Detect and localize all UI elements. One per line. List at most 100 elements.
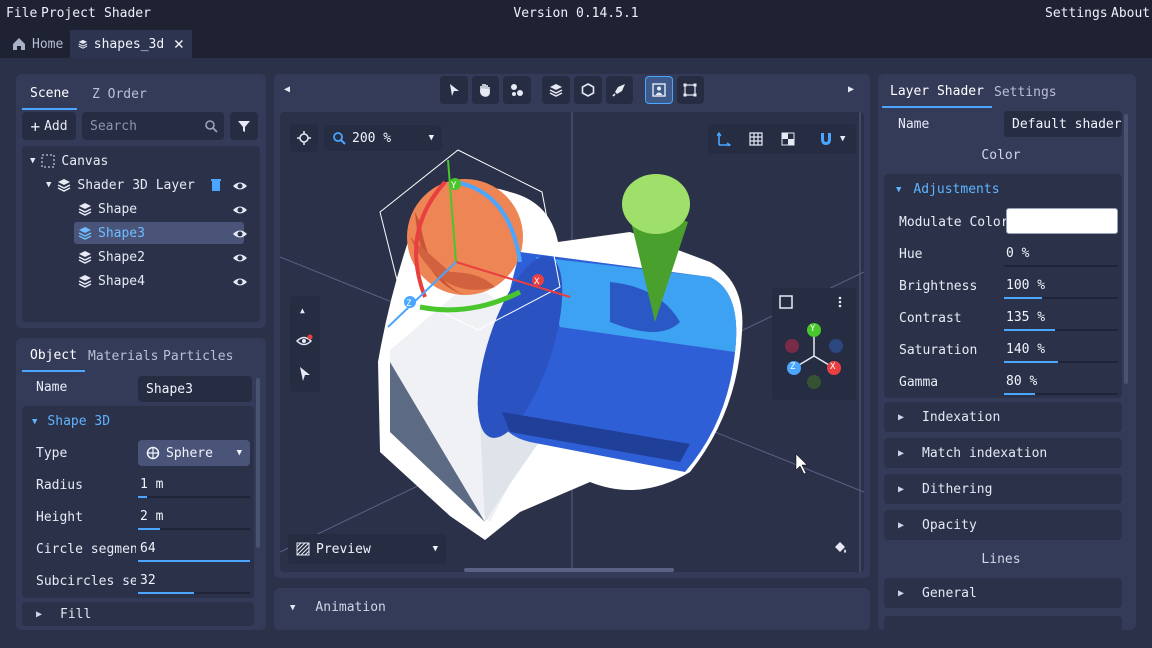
collapsed-section[interactable]: ▶ Dithering <box>884 474 1122 504</box>
checker-toggle[interactable] <box>774 125 802 153</box>
tree-item-label: Shape3 <box>98 225 145 241</box>
collapsed-section[interactable]: ▶ Match indexation <box>884 438 1122 468</box>
camera-tool[interactable] <box>644 76 673 104</box>
object-field-value: 1 m <box>140 476 164 492</box>
object-field-slider[interactable]: 64 <box>138 536 250 562</box>
home-icon <box>13 38 25 50</box>
eye-icon[interactable] <box>232 202 248 218</box>
adjustment-slider[interactable]: 0 % <box>1004 241 1118 267</box>
points-tool[interactable] <box>503 76 531 104</box>
collapsed-section-title: Opacity <box>922 517 977 533</box>
collapsed-section-title: Dithering <box>922 481 993 497</box>
adjustment-slider[interactable]: 80 % <box>1004 369 1118 395</box>
object-scrollbar[interactable] <box>256 378 260 548</box>
layers-tool[interactable] <box>542 76 570 104</box>
eye-icon[interactable] <box>232 250 248 266</box>
chevron-down-icon[interactable]: ▼ <box>840 134 845 144</box>
filter-button[interactable] <box>230 112 258 140</box>
object-field-slider[interactable]: 32 <box>138 568 250 594</box>
tree-item-shape4[interactable]: Shape4 <box>78 270 145 292</box>
navigation-gizmo[interactable]: Y X Z <box>772 288 856 400</box>
menu-shader[interactable]: Shader <box>104 6 151 21</box>
menu-settings[interactable]: Settings <box>1045 6 1108 21</box>
pan-tool[interactable] <box>471 76 500 104</box>
chevron-down-icon: ▼ <box>428 133 434 143</box>
name-label: Name <box>36 380 68 395</box>
adjustments-header[interactable]: ▼ Adjustments <box>896 182 1000 197</box>
search-input[interactable]: Search <box>82 112 224 140</box>
tree-item-shape[interactable]: Shape <box>78 198 137 220</box>
tab-home[interactable]: Home <box>4 30 71 58</box>
arrow-left-icon[interactable]: ◀ <box>284 84 290 95</box>
add-label: Add <box>44 118 68 134</box>
collapsed-section[interactable]: ▶ Indexation <box>884 402 1122 432</box>
eye-icon[interactable] <box>232 274 248 290</box>
tab-object[interactable]: Object <box>22 340 85 372</box>
menu-project[interactable]: Project <box>41 6 96 21</box>
adjustment-label: Hue <box>899 247 923 262</box>
pointer-icon[interactable] <box>298 366 312 382</box>
tab-particles[interactable]: Particles <box>155 340 241 372</box>
tab-layer-settings[interactable]: Settings <box>986 76 1065 108</box>
chevron-down-icon: ▼ <box>432 544 438 554</box>
tab-materials[interactable]: Materials <box>80 340 166 372</box>
visibility-icon[interactable] <box>296 334 314 348</box>
preview-select[interactable]: Preview ▼ <box>288 534 446 564</box>
adjustment-slider[interactable]: 135 % <box>1004 305 1118 331</box>
adjustment-label: Contrast <box>899 311 962 326</box>
tree-canvas[interactable]: ▼ Canvas <box>30 150 108 172</box>
tree-item-shape3[interactable]: Shape3 <box>78 222 145 244</box>
chevron-up-icon[interactable]: ▲ <box>300 306 305 315</box>
shader-name-input[interactable]: Default shader <box>1004 111 1122 137</box>
bounds-tool[interactable] <box>676 76 705 104</box>
axis-gizmo-icon <box>779 295 843 389</box>
fill-section[interactable]: ▶ Fill <box>22 602 254 626</box>
tab-layer-shader[interactable]: Layer Shader <box>882 76 992 108</box>
axes-toggle[interactable] <box>710 125 738 153</box>
eye-icon[interactable] <box>232 178 248 194</box>
eye-icon[interactable] <box>232 226 248 242</box>
add-button[interactable]: + Add <box>22 112 76 140</box>
modulate-color-swatch[interactable] <box>1006 208 1118 234</box>
animation-header[interactable]: ▼ Animation <box>290 600 386 615</box>
shape-3d-header[interactable]: ▼ Shape 3D <box>32 414 110 429</box>
layer-scrollbar[interactable] <box>1124 114 1128 384</box>
zoom-icon <box>333 132 346 145</box>
name-input[interactable]: Shape3 <box>138 376 252 402</box>
menu-about[interactable]: About <box>1111 6 1150 21</box>
tree-item-shape2[interactable]: Shape2 <box>78 246 145 268</box>
type-select[interactable]: Sphere ▼ <box>138 440 250 466</box>
select-tool[interactable] <box>440 76 468 104</box>
grid-toggle[interactable] <box>742 125 770 153</box>
object-field-slider[interactable]: 2 m <box>138 504 250 530</box>
object-field-slider[interactable]: 1 m <box>138 472 250 498</box>
collapsed-section[interactable]: ▶ Opacity <box>884 510 1122 540</box>
axes-icon <box>717 132 731 146</box>
snap-toggle[interactable] <box>812 125 840 153</box>
tree-canvas-label: Canvas <box>61 153 109 169</box>
adjustment-slider[interactable]: 100 % <box>1004 273 1118 299</box>
tree-item-label: Shape <box>98 201 138 217</box>
arrow-right-icon[interactable]: ▶ <box>848 84 854 95</box>
type-value: Sphere <box>166 445 213 461</box>
paint-bucket-icon[interactable] <box>832 540 848 556</box>
menu-file[interactable]: File <box>6 6 37 21</box>
dither-icon <box>296 542 310 556</box>
recenter-button[interactable] <box>290 124 318 152</box>
hand-icon <box>480 84 491 97</box>
tab-scene[interactable]: Scene <box>22 78 78 110</box>
tree-shader-3d-layer[interactable]: ▼ Shader 3D Layer <box>46 174 195 196</box>
chevron-right-icon: ▶ <box>898 411 905 423</box>
viewport-hscrollbar[interactable] <box>464 568 674 572</box>
tab-z-order[interactable]: Z Order <box>84 78 155 110</box>
hexagon-tool[interactable] <box>574 76 602 104</box>
tab-shapes-3d[interactable]: shapes_3d <box>70 30 192 58</box>
lines-general-section[interactable]: ▶ General <box>884 578 1122 608</box>
rocket-tool[interactable] <box>605 76 634 104</box>
zoom-select[interactable]: 200 % ▼ <box>324 125 442 151</box>
lines-next-section[interactable] <box>884 616 1122 630</box>
close-icon[interactable] <box>174 37 184 51</box>
animation-panel: ▼ Animation <box>274 588 870 630</box>
trash-icon[interactable] <box>210 178 222 192</box>
adjustment-slider[interactable]: 140 % <box>1004 337 1118 363</box>
